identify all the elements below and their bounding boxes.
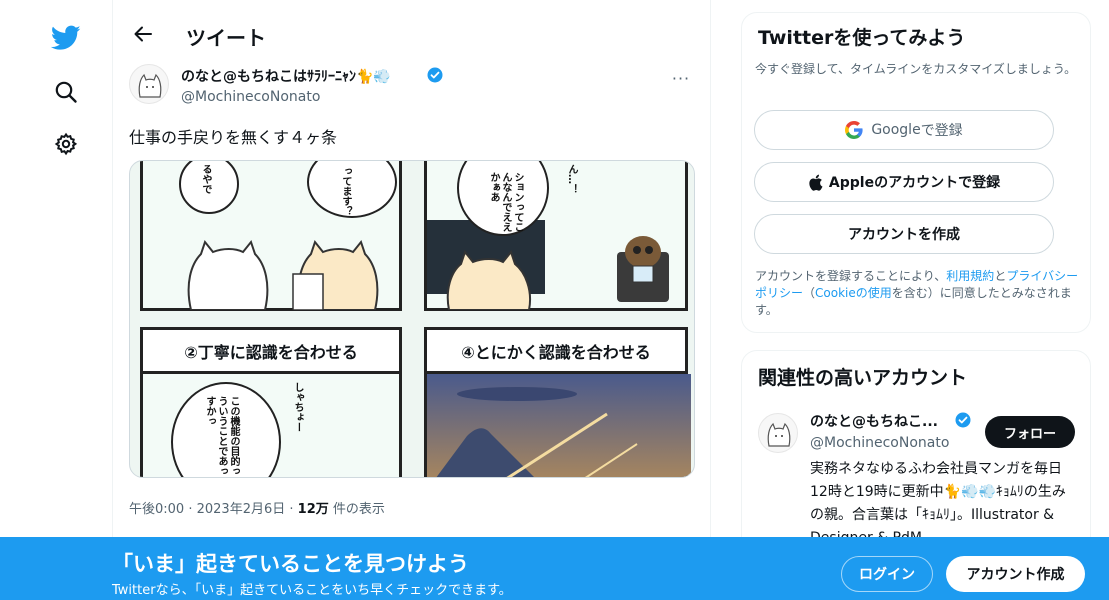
view-count: 12万 — [297, 502, 329, 517]
back-arrow-icon[interactable] — [125, 16, 161, 52]
tweet-text: 仕事の手戻りを無くす４ヶ条 — [129, 128, 338, 147]
legal-text: アカウントを登録することにより、 — [755, 269, 947, 283]
terms-link[interactable]: 利用規約 — [946, 269, 994, 283]
tweet-date[interactable]: 2023年2月6日 — [197, 502, 286, 517]
speech-text: ん…！ — [566, 164, 577, 194]
legal-text: （ — [803, 286, 816, 300]
google-signup-button[interactable]: Google で登録 — [754, 110, 1054, 150]
avatar[interactable] — [129, 64, 169, 104]
apple-signup-button[interactable]: Appleのアカウントで登録 — [754, 162, 1054, 202]
verified-badge-icon — [427, 67, 443, 87]
gear-icon[interactable] — [44, 122, 88, 166]
view-label: 件の表示 — [328, 502, 385, 517]
speech-text: ションってこんなんでええかぁあ — [488, 172, 523, 232]
meta-separator: · — [184, 502, 197, 517]
tweet-meta: 午後0:00 · 2023年2月6日 · 12万 件の表示 — [129, 498, 385, 517]
comic-panel-3: ②丁寧に認識を合わせる この機能の目的ってこういうことであってますかっ しゃちょ… — [140, 327, 402, 478]
apple-icon — [808, 174, 823, 191]
google-brand-label: Google — [871, 122, 921, 138]
signup-card-title: Twitterを使ってみよう — [758, 27, 966, 49]
speech-text: しゃちょー — [292, 382, 303, 432]
login-button[interactable]: ログイン — [841, 556, 933, 592]
legal-text: と — [994, 269, 1007, 283]
tweet-column: ツイート のなと@もちねこはｻﾗﾘｰﾆｬﾝ🐈💨 @MochinecoNonato… — [112, 0, 711, 600]
suggested-account-handle[interactable]: @MochinecoNonato — [810, 435, 949, 451]
speech-text: るやで — [200, 164, 211, 194]
verified-badge-icon — [955, 412, 971, 432]
speech-text: ってます？ — [340, 166, 351, 216]
comic-panel-2: ションってこんなんでええかぁあ ん…！ — [424, 161, 688, 311]
panel-title: ④とにかく認識を合わせる — [427, 330, 685, 374]
page-title: ツイート — [186, 26, 266, 50]
legal-notice: アカウントを登録することにより、利用規約とプライバシーポリシー（Cookieの使… — [755, 268, 1081, 319]
avatar[interactable] — [758, 413, 798, 453]
signup-banner: 「いま」起きていることを見つけよう Twitterなら、「いま」起きていることを… — [0, 537, 1109, 600]
comic-panel-4: ④とにかく認識を合わせる — [424, 327, 691, 477]
author-handle[interactable]: @MochinecoNonato — [181, 89, 320, 105]
author-name[interactable]: のなと@もちねこはｻﾗﾘｰﾆｬﾝ🐈💨 — [181, 66, 391, 86]
tweet-image[interactable]: るやで ってます？ ションってこんなんでええかぁあ ん…！ ②丁寧に認識を合わせ… — [129, 160, 695, 478]
follow-button[interactable]: フォロー — [985, 416, 1075, 448]
speech-bubble: るやで — [179, 161, 239, 214]
banner-title: 「いま」起きていることを見つけよう — [112, 552, 469, 576]
banner-subtitle: Twitterなら、「いま」起きていることをいち早くチェックできます。 — [112, 583, 512, 598]
speech-text: この機能の目的ってこういうことであってますかっ — [204, 396, 239, 478]
related-title: 関連性の高いアカウント — [758, 367, 968, 389]
signup-button[interactable]: アカウント作成 — [946, 556, 1085, 592]
create-account-button[interactable]: アカウントを作成 — [754, 214, 1054, 254]
comic-panel-1: るやで ってます？ — [140, 161, 402, 311]
more-options-icon[interactable]: ··· — [666, 66, 696, 90]
google-icon — [845, 121, 863, 139]
apple-signup-label: Appleのアカウントで登録 — [828, 175, 1001, 191]
google-signup-label: で登録 — [920, 123, 963, 139]
signup-card-subtitle: 今すぐ登録して、タイムラインをカスタマイズしましょう。 — [755, 62, 1077, 76]
twitter-logo-icon[interactable] — [44, 16, 88, 60]
cookie-link[interactable]: Cookieの使用 — [815, 286, 892, 300]
tweet-header: ツイート — [113, 0, 712, 70]
meta-separator: · — [285, 502, 298, 517]
signup-card: Twitterを使ってみよう 今すぐ登録して、タイムラインをカスタマイズしましょ… — [741, 12, 1091, 333]
suggested-account-name[interactable]: のなと@もちねこ... — [810, 411, 938, 431]
tweet-author: のなと@もちねこはｻﾗﾘｰﾆｬﾝ🐈💨 @MochinecoNonato ··· — [129, 62, 696, 112]
panel-title: ②丁寧に認識を合わせる — [143, 330, 399, 374]
speech-bubble: この機能の目的ってこういうことであってますかっ — [171, 382, 281, 478]
speech-bubble: ってます？ — [307, 161, 397, 218]
search-icon[interactable] — [44, 70, 88, 114]
tweet-time[interactable]: 午後0:00 — [129, 502, 184, 517]
create-account-label: アカウントを作成 — [848, 227, 960, 243]
left-nav — [0, 0, 112, 600]
